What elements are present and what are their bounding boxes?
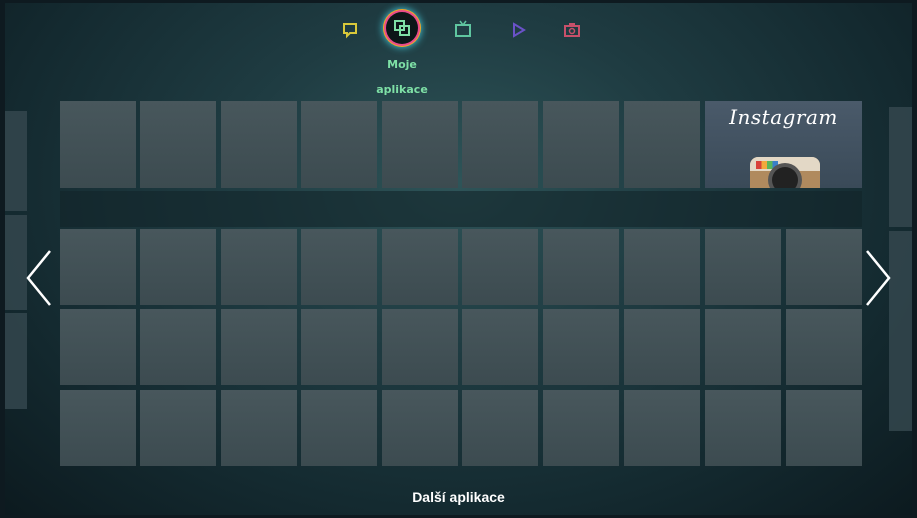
app-tile[interactable] [301,101,377,188]
app-tile[interactable] [624,229,700,305]
apps-icon[interactable] [386,12,418,44]
app-tile[interactable] [60,229,136,305]
active-section-label: Moje [387,58,417,71]
app-tile[interactable] [543,229,619,305]
app-tile[interactable] [140,229,216,305]
app-tile[interactable] [382,309,458,385]
app-tile[interactable] [786,390,862,466]
app-tile[interactable] [705,229,781,305]
app-tile[interactable] [462,101,538,188]
app-tile[interactable] [60,390,136,466]
app-tile[interactable] [543,309,619,385]
app-tile[interactable] [543,390,619,466]
section-divider [60,191,862,227]
app-tile[interactable] [221,390,297,466]
app-tile[interactable] [786,309,862,385]
more-apps-button[interactable]: Další aplikace [5,489,912,505]
right-side-panel [889,107,912,227]
app-tile[interactable] [382,229,458,305]
chat-icon[interactable] [340,20,360,40]
instagram-logo-icon [750,157,820,188]
app-tile[interactable] [462,309,538,385]
app-tile[interactable] [140,309,216,385]
app-tile[interactable] [543,101,619,188]
camera-icon[interactable] [562,20,582,40]
app-tile[interactable] [301,390,377,466]
app-name: Instagram [729,105,838,129]
app-tile[interactable] [301,309,377,385]
app-tile[interactable] [140,390,216,466]
active-section-label: aplikace [376,83,428,96]
app-tile[interactable] [382,390,458,466]
app-tile[interactable] [705,390,781,466]
left-side-panel [5,111,27,211]
chevron-right-icon[interactable] [858,243,898,313]
tv-icon[interactable] [453,19,473,39]
app-tile[interactable] [221,309,297,385]
app-tile[interactable] [382,101,458,188]
app-tile[interactable] [140,101,216,188]
instagram-app-tile[interactable]: Instagram [705,101,862,188]
app-tile[interactable] [462,229,538,305]
app-tile[interactable] [786,229,862,305]
rainbow-stripe [756,161,778,169]
app-tile[interactable] [60,309,136,385]
smart-hub-screen: Moje aplikace Instagram Další aplikace [5,3,912,515]
app-tile[interactable] [624,101,700,188]
app-tile[interactable] [462,390,538,466]
play-icon[interactable] [508,20,528,40]
chevron-left-icon[interactable] [19,243,59,313]
app-tile[interactable] [624,390,700,466]
app-tile[interactable] [221,229,297,305]
left-side-panel [5,313,27,409]
app-tile[interactable] [221,101,297,188]
app-tile[interactable] [60,101,136,188]
app-tile[interactable] [624,309,700,385]
app-tile[interactable] [301,229,377,305]
camera-lens [772,167,798,188]
app-tile[interactable] [705,309,781,385]
